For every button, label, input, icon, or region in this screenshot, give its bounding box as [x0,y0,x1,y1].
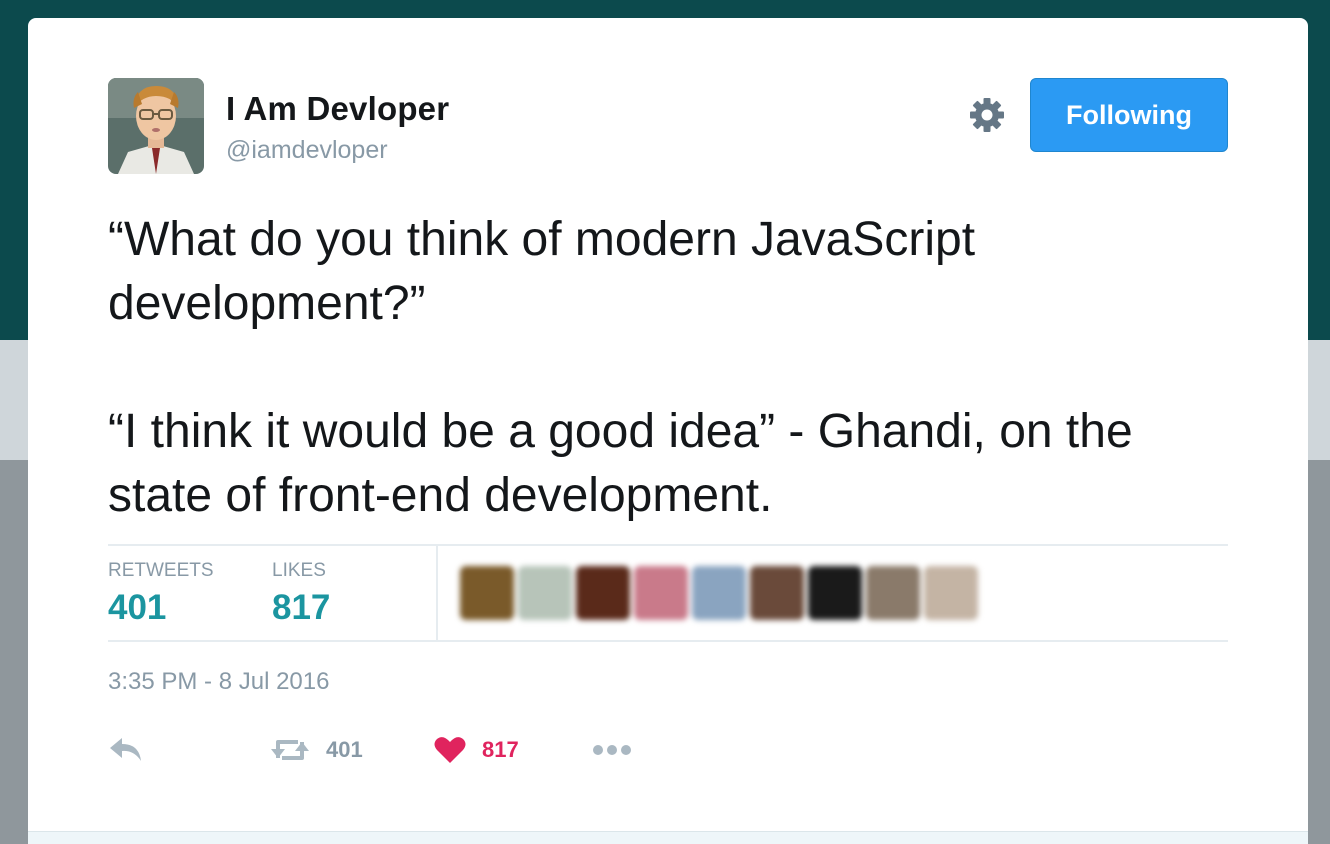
liker-avatar[interactable] [866,566,920,620]
like-button[interactable]: 817 [434,730,519,770]
tweet-text: “What do you think of modern JavaScript … [108,208,1238,528]
avatar[interactable] [108,78,204,174]
card-footer [28,831,1308,844]
gear-icon[interactable] [968,96,1006,134]
retweets-count: 401 [108,588,167,627]
tweet-stats: RETWEETS 401 LIKES 817 [108,544,1228,642]
retweet-button[interactable]: 401 [270,730,363,770]
more-dots-icon [592,744,632,756]
likes-label: LIKES [272,560,326,581]
tweet-paragraph: “What do you think of modern JavaScript … [108,213,976,330]
likes-stat[interactable]: LIKES 817 [272,560,330,628]
tweet-actions: 401 817 [108,730,808,770]
display-name[interactable]: I Am Devloper [226,90,449,128]
liker-avatar[interactable] [924,566,978,620]
liker-avatar[interactable] [576,566,630,620]
retweets-stat[interactable]: RETWEETS 401 [108,560,214,628]
tweet-card: I Am Devloper @iamdevloper Following “Wh… [28,18,1308,844]
liker-avatar[interactable] [750,566,804,620]
reply-button[interactable] [108,730,144,770]
liker-avatar[interactable] [634,566,688,620]
retweet-icon [270,736,310,764]
reply-icon [108,736,144,764]
liker-avatars [460,566,978,620]
retweets-label: RETWEETS [108,560,214,581]
liker-avatar[interactable] [460,566,514,620]
liker-avatar[interactable] [692,566,746,620]
liker-avatar[interactable] [808,566,862,620]
more-button[interactable] [592,730,632,770]
like-count: 817 [482,737,519,762]
likes-count: 817 [272,588,331,627]
tweet-paragraph: “I think it would be a good idea” - Ghan… [108,405,1133,522]
tweet-timestamp[interactable]: 3:35 PM - 8 Jul 2016 [108,668,329,696]
retweet-count: 401 [326,737,363,762]
following-button[interactable]: Following [1030,78,1228,152]
user-handle[interactable]: @iamdevloper [226,136,388,165]
liker-avatar[interactable] [518,566,572,620]
stats-divider [436,546,438,640]
heart-icon [434,736,466,764]
